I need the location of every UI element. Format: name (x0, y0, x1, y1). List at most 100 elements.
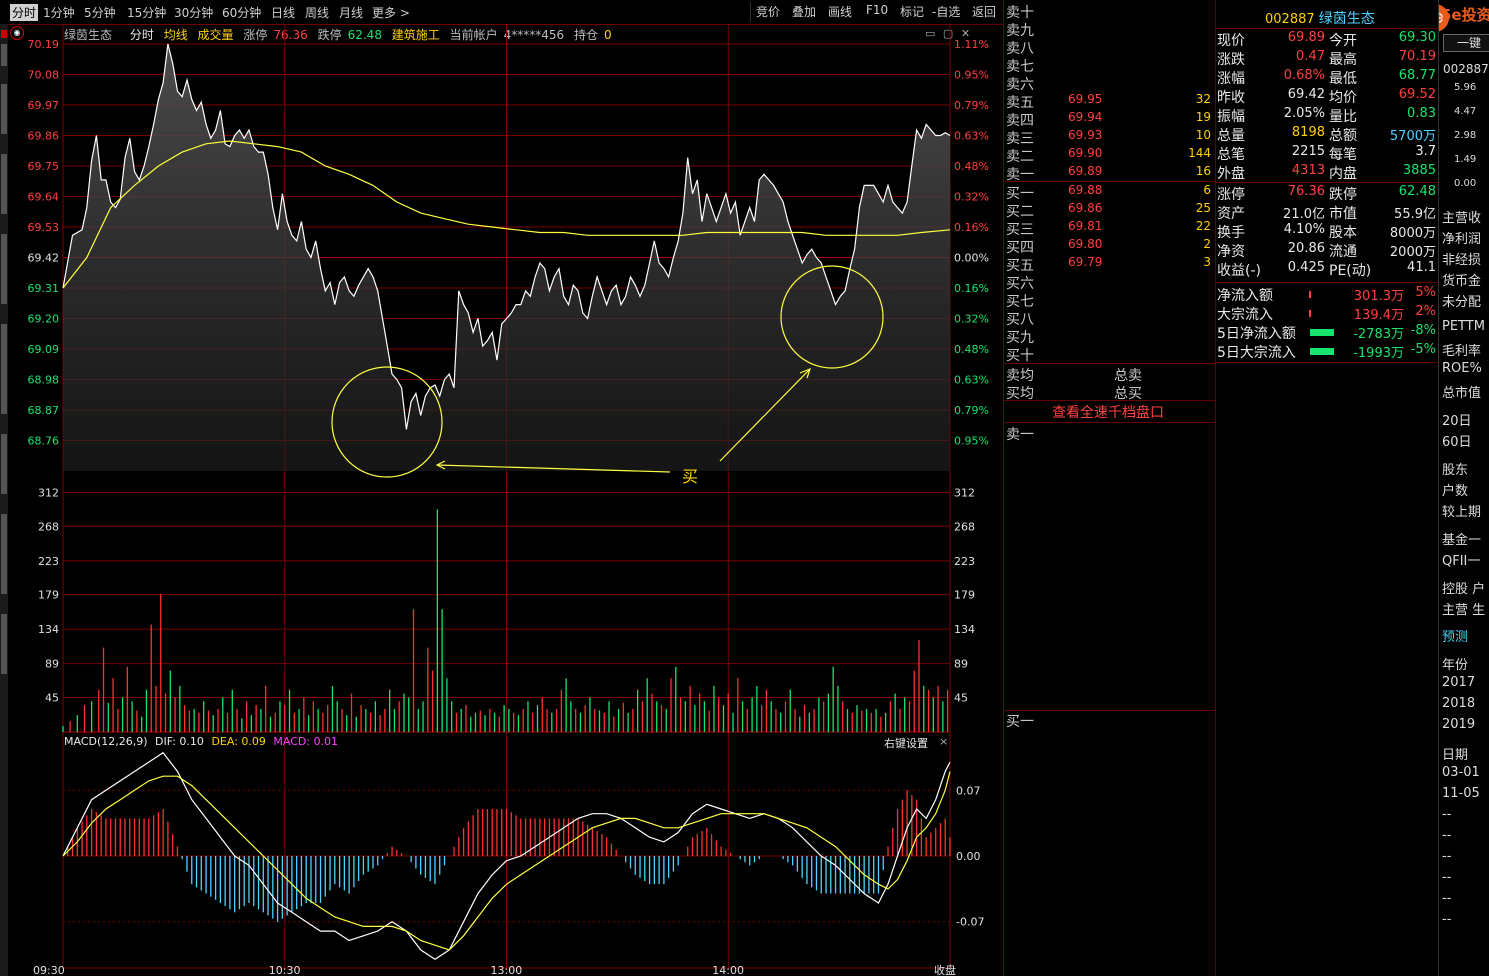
sell-level-row[interactable]: 卖八 (1004, 38, 1215, 57)
year-item: 2019 (1442, 717, 1476, 732)
buy-level-row[interactable]: 买一 69.88 6 (1004, 183, 1215, 202)
tab-more[interactable]: 更多 > (372, 4, 410, 21)
level-label: 买三 (1006, 222, 1034, 238)
f10-side-item[interactable]: 净利润 (1442, 228, 1481, 247)
buy-level-row[interactable]: 买十 (1004, 345, 1215, 364)
time-tick-label: 收盘 (934, 963, 956, 976)
buy-level-row[interactable]: 买九 (1004, 327, 1215, 346)
one-click-button[interactable]: 一键 (1443, 34, 1489, 52)
time-tick-label: 10:30 (269, 964, 301, 976)
f10-side-item[interactable]: 主营 生 (1442, 599, 1485, 618)
f10-side-item[interactable]: 60日 (1442, 431, 1472, 450)
f10-side-item[interactable]: 总市值 (1442, 382, 1481, 401)
f10-side-item[interactable]: PETTM (1442, 319, 1485, 334)
draw-line-button[interactable]: 画线 (828, 3, 852, 20)
years-label: 年份 (1442, 658, 1469, 673)
tab-1min[interactable]: 1分钟 (43, 4, 75, 21)
fund-flow-row: 5日大宗流入 -1993万 -5% (1215, 342, 1438, 361)
date-item: 03-01 (1442, 765, 1480, 780)
f10-button[interactable]: F10 (866, 3, 888, 17)
full-depth-link[interactable]: 查看全速千档盘口 (1052, 402, 1164, 422)
auction-button[interactable]: 竞价 (756, 3, 780, 20)
f10-side-item[interactable]: 20日 (1442, 410, 1472, 429)
quote-label: 流通 (1329, 244, 1357, 260)
level-label: 买四 (1006, 240, 1034, 256)
tab-5min[interactable]: 5分钟 (84, 4, 116, 21)
f10-side-item[interactable]: 预测 (1442, 626, 1468, 645)
level-volume: 19 (1195, 110, 1211, 124)
tab-weekly[interactable]: 周线 (305, 4, 329, 21)
f10-side-item[interactable]: 货币金 (1442, 270, 1481, 289)
dea-value: DEA: 0.09 (211, 735, 266, 748)
quote-row: 涨跌 0.47 最高 70.19 (1215, 49, 1438, 68)
f10-side-item[interactable]: 股东 (1442, 459, 1468, 478)
mini-axis-label: 5.96 (1454, 82, 1477, 93)
mark-button[interactable]: 标记 (900, 3, 924, 20)
sell-level-row[interactable]: 卖五 69.95 32 (1004, 92, 1215, 111)
quote-label: 涨幅 (1217, 71, 1245, 87)
macd-legend: MACD(12,26,9) DIF: 0.10 DEA: 0.09 MACD: … (64, 735, 948, 751)
sell-level-row[interactable]: 卖一 69.89 16 (1004, 164, 1215, 183)
right-click-settings[interactable]: 右键设置 (884, 735, 928, 751)
pct-tick-label: 0.63% (954, 130, 989, 143)
quote-row: 资产 21.0亿 市值 55.9亿 (1215, 203, 1438, 222)
quote-row: 涨停 76.36 跌停 62.48 (1215, 184, 1438, 203)
f10-side-item[interactable]: ROE% (1442, 361, 1482, 376)
watchlist-button[interactable]: -自选 (932, 3, 960, 20)
f10-side-item[interactable]: 毛利率 (1442, 340, 1481, 359)
quote-value: 3885 (1402, 163, 1436, 178)
overlay-button[interactable]: 叠加 (792, 3, 816, 20)
tab-intraday[interactable]: 分时 (10, 4, 39, 21)
level-price: 69.86 (1068, 201, 1103, 215)
sell-level-row[interactable]: 卖二 69.90 144 (1004, 146, 1215, 165)
sell-level-row[interactable]: 卖四 69.94 19 (1004, 110, 1215, 129)
buy-level-row[interactable]: 买五 69.79 3 (1004, 255, 1215, 274)
buy-level-row[interactable]: 买八 (1004, 309, 1215, 328)
tab-monthly[interactable]: 月线 (339, 4, 363, 21)
buy-level-row[interactable]: 买二 69.86 25 (1004, 201, 1215, 220)
f10-side-item[interactable]: 主营收 (1442, 207, 1481, 226)
volume-tick-label: 312 (38, 486, 59, 499)
quote-label: 外盘 (1217, 166, 1245, 182)
sell-level-row[interactable]: 卖九 (1004, 20, 1215, 39)
pct-tick-label: 0.48% (954, 160, 989, 173)
macd-tick-label: -0.07 (956, 916, 984, 929)
sell-level-row[interactable]: 卖十 (1004, 2, 1215, 21)
fund-flow-row: 净流入额 301.3万 5% (1215, 285, 1438, 304)
f10-side-item[interactable]: 非经损 (1442, 249, 1481, 268)
tab-daily[interactable]: 日线 (271, 4, 295, 21)
f10-side-item[interactable]: 未分配 (1442, 291, 1481, 310)
f10-side-item[interactable]: 控股 户 (1442, 578, 1485, 597)
f10-side-item[interactable]: 户数 (1442, 480, 1468, 499)
volume-tick-label: 223 (38, 555, 59, 568)
macd-value: MACD: 0.01 (273, 735, 339, 748)
flow-value: 301.3万 (1353, 289, 1404, 304)
buy-level-row[interactable]: 买六 (1004, 273, 1215, 292)
back-button[interactable]: 返回 (972, 3, 996, 20)
sell-level-row[interactable]: 卖六 (1004, 74, 1215, 93)
f10-side-item[interactable]: 基金一 (1442, 529, 1481, 548)
f10-side-item[interactable]: QFII一 (1442, 550, 1480, 569)
level-label: 买八 (1006, 312, 1034, 328)
flow-value: 139.4万 (1353, 308, 1404, 323)
depth-sell-label: 卖一 (1006, 427, 1034, 443)
level-label: 卖十 (1006, 5, 1034, 21)
buy-level-row[interactable]: 买三 69.81 22 (1004, 219, 1215, 238)
price-tick-label: 69.75 (28, 160, 60, 173)
level-label: 卖八 (1006, 41, 1034, 57)
buy-level-row[interactable]: 买四 69.80 2 (1004, 237, 1215, 256)
sell-level-row[interactable]: 卖三 69.93 10 (1004, 128, 1215, 147)
macd-tick-label: 0.07 (956, 784, 981, 797)
intraday-chart[interactable]: 70.19 1.11% 70.08 0.95% 69.97 0.79% 69.86 0.63%… (0, 24, 1003, 976)
close-icon[interactable]: × (939, 735, 948, 748)
flow-label: 净流入额 (1217, 288, 1273, 304)
tab-15min[interactable]: 15分钟 (127, 4, 166, 21)
quote-label: 今开 (1329, 33, 1357, 49)
tab-30min[interactable]: 30分钟 (174, 4, 213, 21)
sell-level-row[interactable]: 卖七 (1004, 56, 1215, 75)
level-label: 买一 (1006, 186, 1034, 202)
flow-value: -1993万 (1353, 346, 1404, 361)
buy-level-row[interactable]: 买七 (1004, 291, 1215, 310)
tab-60min[interactable]: 60分钟 (222, 4, 261, 21)
f10-side-item[interactable]: 较上期 (1442, 501, 1481, 520)
